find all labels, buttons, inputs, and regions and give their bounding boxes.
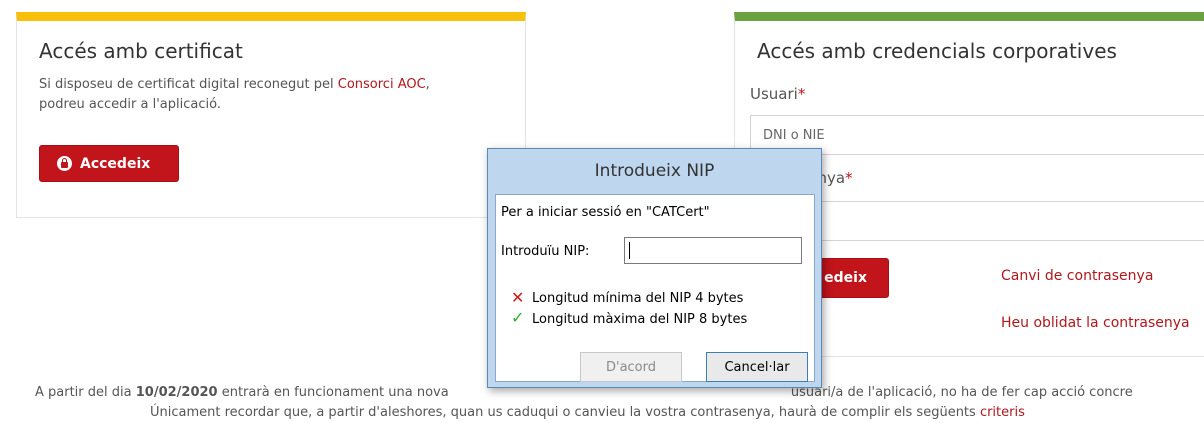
nip-dialog-title: Introdueix NIP	[594, 161, 715, 181]
nip-dialog-message: Per a iniciar sessió en "CATCert"	[501, 205, 710, 220]
cross-icon: ✕	[511, 288, 525, 307]
check-icon: ✓	[511, 308, 525, 327]
certificate-access-button[interactable]: Accedeix	[39, 145, 179, 182]
change-password-link[interactable]: Canvi de contrasenya	[1001, 268, 1153, 284]
certificate-access-card: Accés amb certificat Si disposeu de cert…	[16, 12, 526, 218]
user-field-label: Usuari*	[750, 85, 806, 103]
credentials-access-button-label: edeix	[824, 270, 867, 286]
criteria-link[interactable]: criteris	[980, 405, 1025, 420]
lock-icon	[57, 156, 72, 171]
nip-label: Introduïu NIP:	[501, 244, 590, 259]
nip-dialog-body: Per a iniciar sessió en "CATCert" Introd…	[495, 194, 815, 382]
min-length-rule: Longitud mínima del NIP 4 bytes	[532, 291, 744, 306]
footer-notice-line-2: Únicament recordar que, a partir d'alesh…	[150, 405, 1025, 420]
certificate-access-button-label: Accedeix	[80, 155, 151, 172]
certificate-card-description: Si disposeu de certificat digital recone…	[39, 77, 430, 112]
consorci-aoc-link[interactable]: Consorci AOC	[338, 77, 426, 92]
footer-date: 10/02/2020	[135, 385, 218, 400]
ok-button[interactable]: D'acord	[580, 352, 682, 382]
nip-dialog: Introdueix NIP Per a iniciar sessió en "…	[487, 148, 822, 388]
forgot-password-link[interactable]: Heu oblidat la contrasenya	[1001, 315, 1190, 331]
nip-input[interactable]	[624, 237, 802, 264]
credentials-card-title: Accés amb credencials corporatives	[757, 39, 1117, 63]
cancel-button[interactable]: Cancel·lar	[706, 352, 808, 382]
text-cursor	[629, 242, 630, 259]
max-length-rule: Longitud màxima del NIP 8 bytes	[532, 312, 748, 327]
certificate-card-title: Accés amb certificat	[39, 39, 243, 63]
